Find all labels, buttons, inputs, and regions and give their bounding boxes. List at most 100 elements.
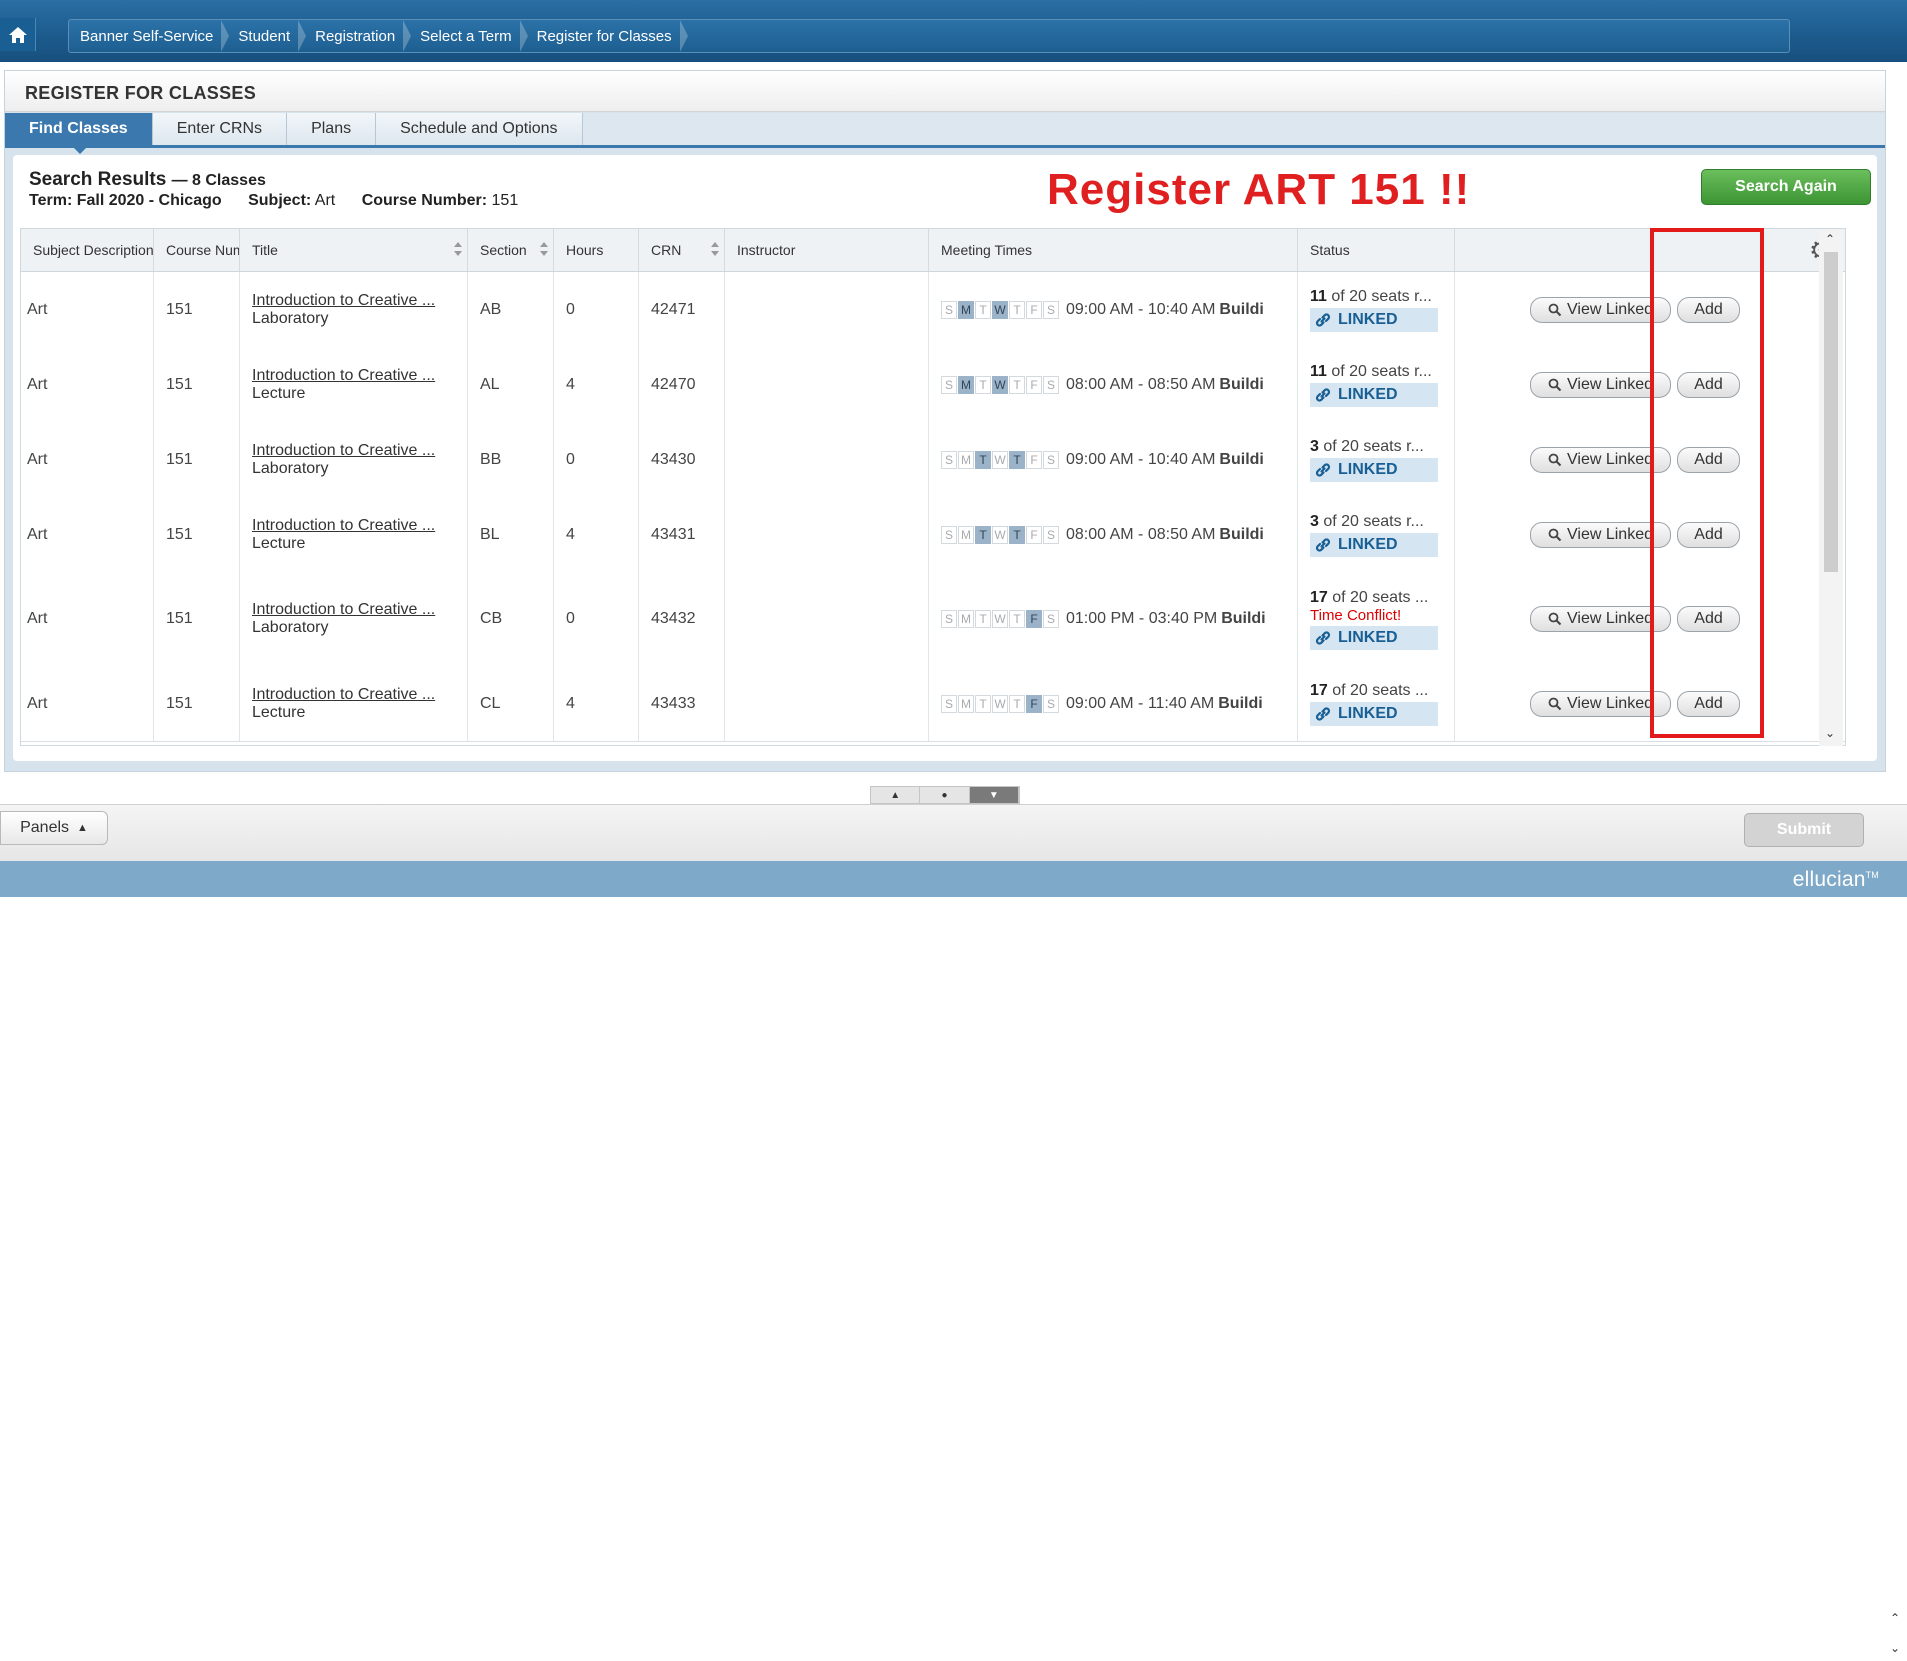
course-title-link[interactable]: Introduction to Creative ... (252, 292, 435, 310)
day-indicator: T (975, 450, 991, 469)
meeting-days: SMTWTFS (941, 375, 1060, 394)
course-number-cell: 151 (154, 666, 240, 741)
day-indicator: S (941, 610, 957, 628)
tab-schedule-and-options[interactable]: Schedule and Options (376, 113, 583, 145)
tab-enter-crns[interactable]: Enter CRNs (152, 113, 288, 145)
table-scrollbar[interactable]: ⌃ ⌄ (1819, 230, 1843, 746)
tab-find-classes[interactable]: Find Classes (5, 113, 153, 154)
breadcrumb-banner-self-service[interactable]: Banner Self-Service (69, 20, 230, 52)
day-indicator: T (975, 525, 991, 544)
crn-cell: 42471 (639, 272, 725, 347)
day-indicator: M (958, 610, 974, 628)
tab-plans[interactable]: Plans (287, 113, 377, 145)
column-header-status[interactable]: Status (1298, 229, 1455, 271)
home-button[interactable] (0, 18, 36, 51)
meeting-time: 01:00 PM - 03:40 PM (1066, 610, 1218, 627)
column-header-subject[interactable]: Subject Description (21, 229, 154, 271)
day-indicator: T (1009, 450, 1025, 469)
seats-available: 17 (1310, 588, 1328, 606)
linked-label: LINKED (1338, 385, 1398, 403)
term-label: Term: Fall 2020 - Chicago (29, 192, 222, 209)
split-middle-icon[interactable]: ● (920, 787, 970, 803)
breadcrumb-select-term[interactable]: Select a Term (409, 20, 529, 52)
subject-label: Subject: (248, 192, 312, 209)
sort-icon (454, 242, 462, 258)
column-header-meeting-times[interactable]: Meeting Times (929, 229, 1298, 271)
subject-cell: Art (21, 272, 154, 347)
course-title-link[interactable]: Introduction to Creative ... (252, 686, 435, 704)
course-number-value: 151 (491, 192, 519, 209)
day-indicator: F (1026, 450, 1042, 469)
meeting-building: Buildi (1218, 694, 1263, 712)
schedule-type: Laboratory (252, 619, 329, 636)
hours-cell: 4 (554, 497, 639, 572)
breadcrumb-student[interactable]: Student (227, 20, 306, 52)
linked-label: LINKED (1338, 628, 1398, 646)
meeting-times-cell: S M T W T F S 08:00 AM - 08:50 AM Buildi (929, 347, 1298, 422)
table-row[interactable]: Art 151 Introduction to Creative ... Lectur… (21, 347, 1845, 423)
status-cell: 11 of 20 seats r... LINKED (1298, 272, 1455, 347)
linked-badge: LINKED (1310, 382, 1438, 407)
column-header-course-number[interactable]: Course Number (154, 229, 240, 271)
search-icon (1548, 697, 1562, 710)
status-cell: 3 of 20 seats r... LINKED (1298, 497, 1455, 572)
panels-button[interactable]: Panels ▲ (0, 811, 108, 845)
day-indicator: T (1009, 375, 1025, 394)
breadcrumb-register-for-classes[interactable]: Register for Classes (526, 20, 688, 52)
collapse-down-icon[interactable]: ▼ (969, 787, 1019, 803)
table-row[interactable]: Art 151 Introduction to Creative ... Labora… (21, 572, 1845, 667)
page-scroll-down-icon[interactable]: ⌄ (1890, 1641, 1907, 1655)
hours-cell: 0 (554, 572, 639, 666)
table-row[interactable]: Art 151 Introduction to Creative ... Lectur… (21, 666, 1845, 742)
column-header-crn[interactable]: CRN (639, 229, 725, 271)
breadcrumb-registration[interactable]: Registration (304, 20, 412, 52)
scroll-up-icon[interactable]: ⌃ (1825, 232, 1835, 246)
scroll-down-icon[interactable]: ⌄ (1825, 726, 1835, 740)
linked-badge: LINKED (1310, 701, 1438, 726)
column-header-label: Course Number (166, 242, 239, 258)
day-indicator: W (992, 300, 1008, 319)
column-header-hours[interactable]: Hours (554, 229, 639, 271)
table-row[interactable]: Art 151 Introduction to Creative ... Lectur… (21, 497, 1845, 573)
link-icon (1315, 630, 1331, 645)
expand-up-icon[interactable]: ▲ (871, 787, 921, 803)
column-header-label: Subject Description (33, 242, 154, 258)
course-title-link[interactable]: Introduction to Creative ... (252, 367, 435, 385)
column-header-title[interactable]: Title (240, 229, 468, 271)
seats-text: of 20 seats r... (1318, 437, 1424, 455)
seats-available: 3 (1310, 437, 1319, 455)
day-indicator: S (941, 375, 957, 394)
day-indicator: T (975, 610, 991, 628)
schedule-type: Laboratory (252, 309, 329, 327)
linked-label: LINKED (1338, 704, 1398, 722)
day-indicator: S (941, 450, 957, 469)
course-title-link[interactable]: Introduction to Creative ... (252, 601, 435, 619)
hours-cell: 4 (554, 666, 639, 741)
title-cell: Introduction to Creative ... Laboratory (240, 572, 468, 666)
seats-status: 17 of 20 seats ... (1310, 589, 1428, 607)
scrollbar-thumb[interactable] (1824, 252, 1838, 572)
meeting-days: SMTWTFS (941, 610, 1060, 628)
meeting-building: Buildi (1221, 610, 1266, 627)
course-title-link[interactable]: Introduction to Creative ... (252, 517, 435, 535)
column-header-instructor[interactable]: Instructor (725, 229, 929, 271)
table-row[interactable]: Art 151 Introduction to Creative ... Labora… (21, 422, 1845, 498)
instructor-cell (725, 347, 929, 422)
page-scroll-up-icon[interactable]: ⌃ (1890, 1611, 1907, 1625)
day-indicator: W (992, 694, 1008, 713)
submit-button[interactable]: Submit (1744, 813, 1864, 847)
hours-cell: 4 (554, 347, 639, 422)
search-again-button[interactable]: Search Again (1701, 169, 1871, 205)
day-indicator: T (1009, 300, 1025, 319)
link-icon (1315, 537, 1331, 552)
meeting-times-cell: S M T W T F S 09:00 AM - 10:40 AM Buildi (929, 422, 1298, 497)
seats-available: 11 (1310, 287, 1327, 305)
search-criteria: Term: Fall 2020 - Chicago Subject: Art C… (29, 192, 518, 210)
meeting-building: Buildi (1219, 300, 1264, 318)
table-row[interactable]: Art 151 Introduction to Creative ... Labora… (21, 272, 1845, 348)
results-table: Subject Description Course Number Title … (20, 228, 1846, 746)
course-title-link[interactable]: Introduction to Creative ... (252, 442, 435, 460)
column-header-section[interactable]: Section (468, 229, 554, 271)
page-scroll-arrows[interactable]: ⌃ ⌄ (1890, 1611, 1907, 1661)
subject-value: Art (314, 192, 336, 209)
